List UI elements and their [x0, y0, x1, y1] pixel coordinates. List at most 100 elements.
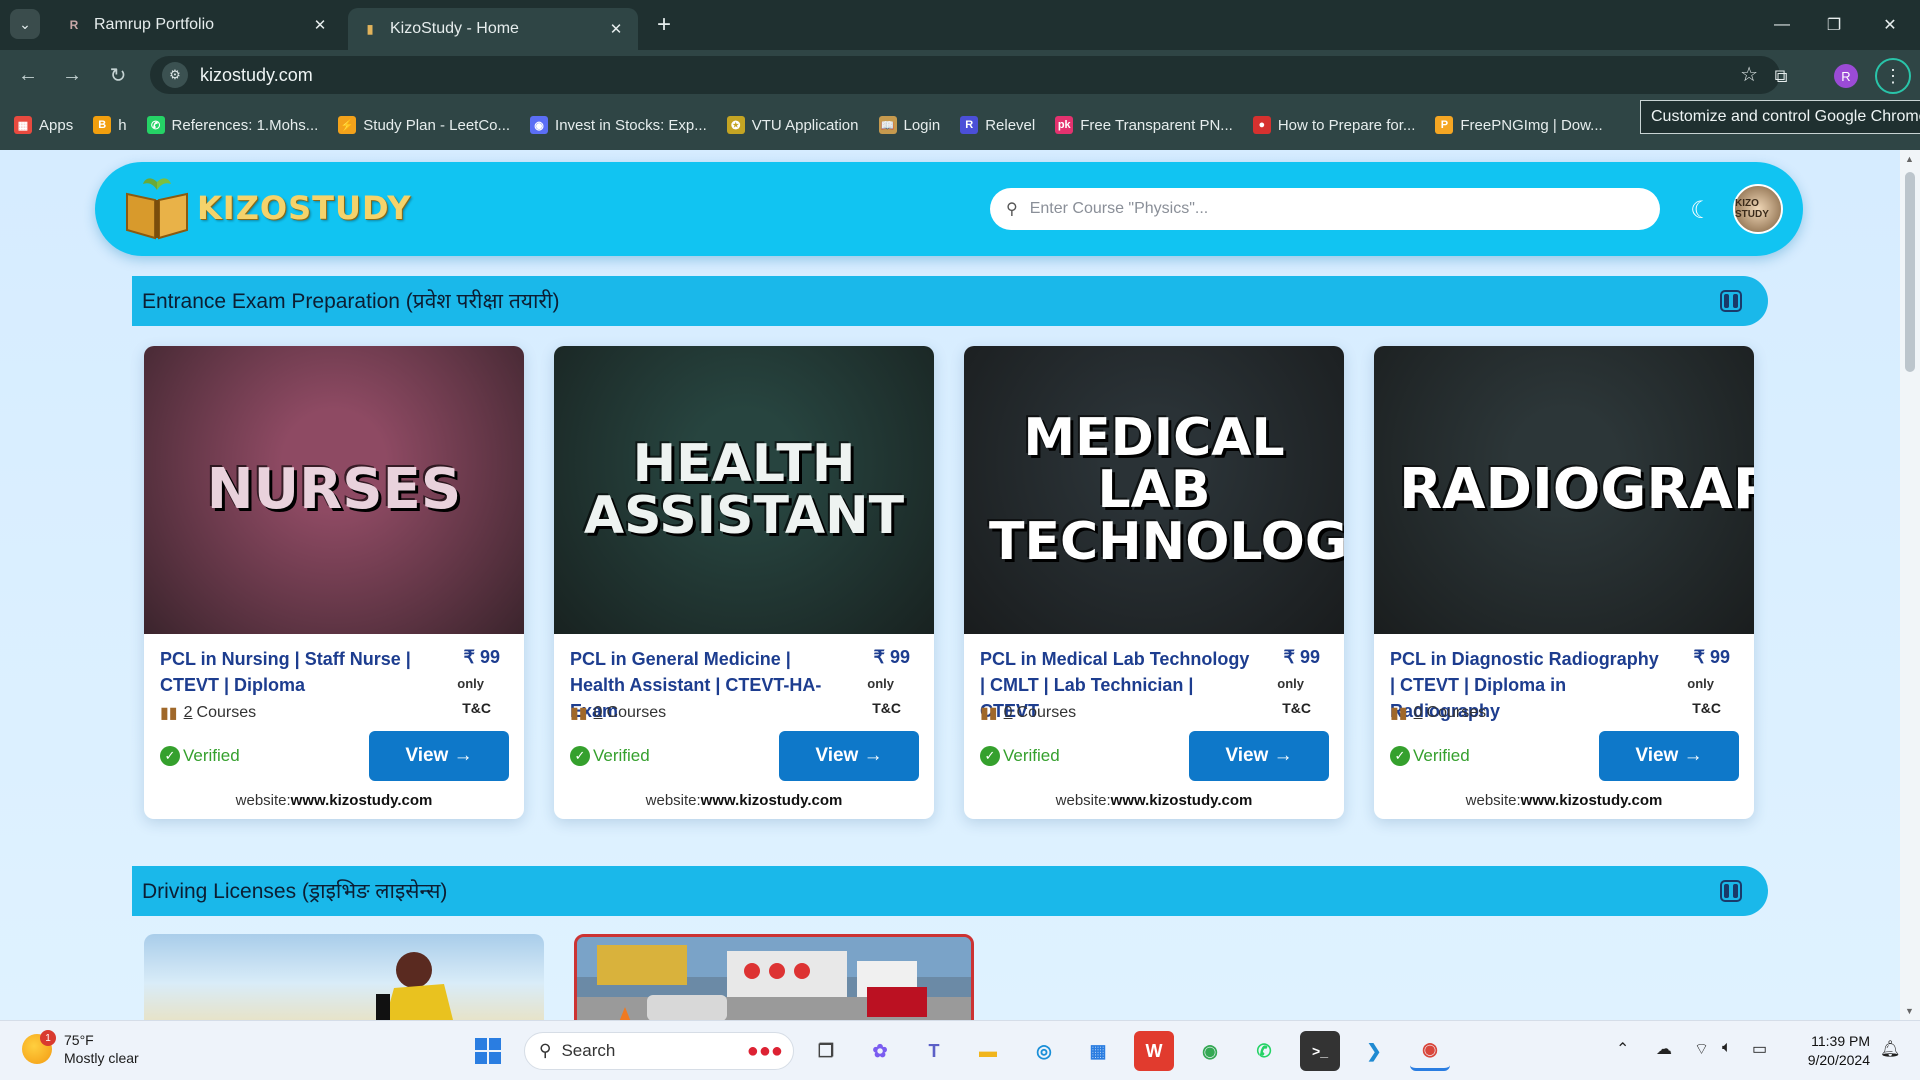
course-count: ▮▮ 2 Courses	[160, 703, 256, 723]
tab-search-button[interactable]: ⌄	[10, 9, 40, 39]
terms-link[interactable]: T&C	[1692, 700, 1721, 716]
view-course-button[interactable]: View →	[369, 731, 509, 781]
show-hidden-icons-chevron-icon[interactable]: ⌃	[1616, 1039, 1629, 1059]
section-layout-toggle-icon[interactable]	[1720, 880, 1742, 902]
page-scrollbar[interactable]: ▲ ▼	[1900, 150, 1920, 1020]
tab-ramrup-portfolio[interactable]: R Ramrup Portfolio ✕	[52, 6, 342, 44]
course-card[interactable]: MEDICAL LAB TECHNOLOGYPCL in Medical Lab…	[964, 346, 1344, 819]
course-title[interactable]: PCL in Nursing | Staff Nurse | CTEVT | D…	[160, 646, 430, 698]
bookmark-0[interactable]: ▦ Apps	[14, 116, 73, 134]
bookmark-10[interactable]: P FreePNGImg | Dow...	[1435, 116, 1603, 134]
courses-label: Courses	[1426, 704, 1487, 721]
site-header: KIZOSTUDY ⚲ Enter Course "Physics"... ☾ …	[95, 162, 1803, 256]
driving-course-thumbnail[interactable]	[144, 934, 544, 1020]
bookmark-star-icon[interactable]: ☆	[1740, 62, 1758, 87]
scrollbar-thumb[interactable]	[1905, 172, 1915, 372]
taskbar-search-box[interactable]: ⚲ Search ●●●	[524, 1032, 794, 1070]
bookmark-7[interactable]: R Relevel	[960, 116, 1035, 134]
dark-mode-moon-icon[interactable]: ☾	[1685, 194, 1717, 226]
start-windows-icon[interactable]	[468, 1031, 508, 1071]
forward-button[interactable]: →	[56, 60, 88, 90]
tab-close-icon[interactable]: ✕	[310, 16, 330, 34]
bookmark-favicon-icon: ✪	[726, 116, 745, 134]
tab-close-icon[interactable]: ✕	[606, 20, 626, 38]
scroll-up-arrow-icon[interactable]: ▲	[1905, 154, 1914, 164]
file-explorer-icon[interactable]: ▬	[968, 1031, 1008, 1071]
vscode-icon[interactable]: ❯	[1354, 1031, 1394, 1071]
page-viewport: KIZOSTUDY ⚲ Enter Course "Physics"... ☾ …	[0, 150, 1920, 1020]
view-course-button[interactable]: View →	[1599, 731, 1739, 781]
close-window-button[interactable]: ✕	[1870, 10, 1910, 40]
extensions-icon[interactable]: ⧉	[1766, 61, 1796, 91]
bookmark-2[interactable]: ✆ References: 1.Mohs...	[146, 116, 318, 134]
minimize-button[interactable]: —	[1762, 10, 1802, 40]
network-cloud-icon[interactable]: ☁	[1656, 1039, 1672, 1059]
browser-toolbar: ← → ↻ ⚙ kizostudy.com ☆ ⧉ R ⋮	[0, 50, 1920, 100]
price-note: only	[867, 676, 894, 691]
terms-link[interactable]: T&C	[462, 700, 491, 716]
whatsapp-icon[interactable]: ✆	[1244, 1031, 1284, 1071]
edge-icon[interactable]: ◎	[1024, 1031, 1064, 1071]
course-count-value[interactable]: 0	[1004, 704, 1013, 722]
restore-button[interactable]: ❐	[1814, 10, 1854, 40]
chrome-profile-icon[interactable]: ◉	[1410, 1031, 1450, 1071]
weather-widget[interactable]: 1 75°F Mostly clear	[22, 1030, 139, 1067]
chrome-menu-button[interactable]: ⋮	[1875, 58, 1911, 94]
menu-tooltip: Customize and control Google Chrome	[1640, 100, 1920, 134]
scroll-down-arrow-icon[interactable]: ▼	[1905, 1006, 1914, 1016]
thumbnail-text: HEALTH ASSISTANT	[583, 434, 905, 546]
section-layout-toggle-icon[interactable]	[1720, 290, 1742, 312]
view-course-button[interactable]: View →	[779, 731, 919, 781]
bookmark-favicon-icon: ✆	[146, 116, 165, 134]
course-thumbnail-image: MEDICAL LAB TECHNOLOGY	[964, 346, 1344, 634]
view-course-button[interactable]: View →	[1189, 731, 1329, 781]
chrome-icon[interactable]: ◉	[1190, 1031, 1230, 1071]
bookmark-5[interactable]: ✪ VTU Application	[726, 116, 859, 134]
profile-avatar[interactable]: R	[1834, 64, 1858, 88]
website-label: website:	[1465, 792, 1521, 809]
wps-office-icon[interactable]: W	[1134, 1031, 1174, 1071]
bookmark-6[interactable]: 📖 Login	[878, 116, 940, 134]
terms-link[interactable]: T&C	[1282, 700, 1311, 716]
course-count-value[interactable]: 0	[1414, 704, 1423, 722]
notification-bell-icon[interactable]: 🔔︎	[1880, 1039, 1900, 1059]
bookmark-favicon-icon: ▦	[14, 116, 32, 134]
user-avatar[interactable]: KIZO STUDY	[1733, 184, 1783, 234]
course-card[interactable]: RADIOGRAPHYPCL in Diagnostic Radiography…	[1374, 346, 1754, 819]
bookmark-label: Relevel	[985, 116, 1036, 134]
volume-icon[interactable]: 🔈︎	[1722, 1039, 1732, 1057]
wifi-icon[interactable]: ⌔	[1694, 1039, 1709, 1059]
site-info-icon[interactable]: ⚙	[162, 62, 188, 88]
course-search-input[interactable]: ⚲ Enter Course "Physics"...	[990, 188, 1660, 230]
course-count-value[interactable]: 0	[594, 704, 603, 722]
website-label: website:	[1055, 792, 1111, 809]
course-card[interactable]: NURSES PCL in Nursing | Staff Nurse | CTE…	[144, 346, 524, 819]
tab-kizostudy-home[interactable]: ▮ KizoStudy - Home ✕	[348, 8, 638, 50]
task-view-icon[interactable]: ❐	[806, 1031, 846, 1071]
battery-icon[interactable]: ▭	[1752, 1039, 1767, 1059]
course-price: ₹ 99	[1283, 647, 1320, 667]
terminal-icon[interactable]: >_	[1300, 1031, 1340, 1071]
bookmark-8[interactable]: pk Free Transparent PN...	[1055, 116, 1233, 134]
microsoft-store-icon[interactable]: ▦	[1078, 1031, 1118, 1071]
reload-button[interactable]: ↻	[102, 60, 134, 90]
new-tab-button[interactable]: +	[650, 11, 678, 39]
driving-course-thumbnail[interactable]	[574, 934, 974, 1020]
bookmarks-bar: ▦ Apps Bh ✆ References: 1.Mohs... ⚡ Study Plan…	[0, 100, 1920, 150]
book-icon: ▮▮	[1390, 705, 1408, 722]
kizostudy-logo[interactable]: KIZOSTUDY	[121, 172, 411, 244]
terms-link[interactable]: T&C	[872, 700, 901, 716]
book-icon: ▮▮	[160, 705, 178, 722]
teams-icon[interactable]: T	[914, 1031, 954, 1071]
system-clock[interactable]: 11:39 PM 9/20/2024	[1790, 1032, 1870, 1070]
address-bar[interactable]: ⚙ kizostudy.com ☆	[150, 56, 1780, 94]
bookmark-3[interactable]: ⚡ Study Plan - LeetCo...	[338, 116, 510, 134]
course-count-value[interactable]: 2	[184, 704, 193, 722]
bookmark-1[interactable]: Bh	[93, 116, 127, 134]
copilot-icon[interactable]: ✿	[860, 1031, 900, 1071]
verified-label: Verified	[183, 746, 240, 765]
course-card[interactable]: HEALTH ASSISTANT PCL in General Medicine …	[554, 346, 934, 819]
back-button[interactable]: ←	[12, 60, 44, 90]
bookmark-4[interactable]: ◉ Invest in Stocks: Exp...	[530, 116, 707, 134]
bookmark-9[interactable]: ● How to Prepare for...	[1252, 116, 1415, 134]
